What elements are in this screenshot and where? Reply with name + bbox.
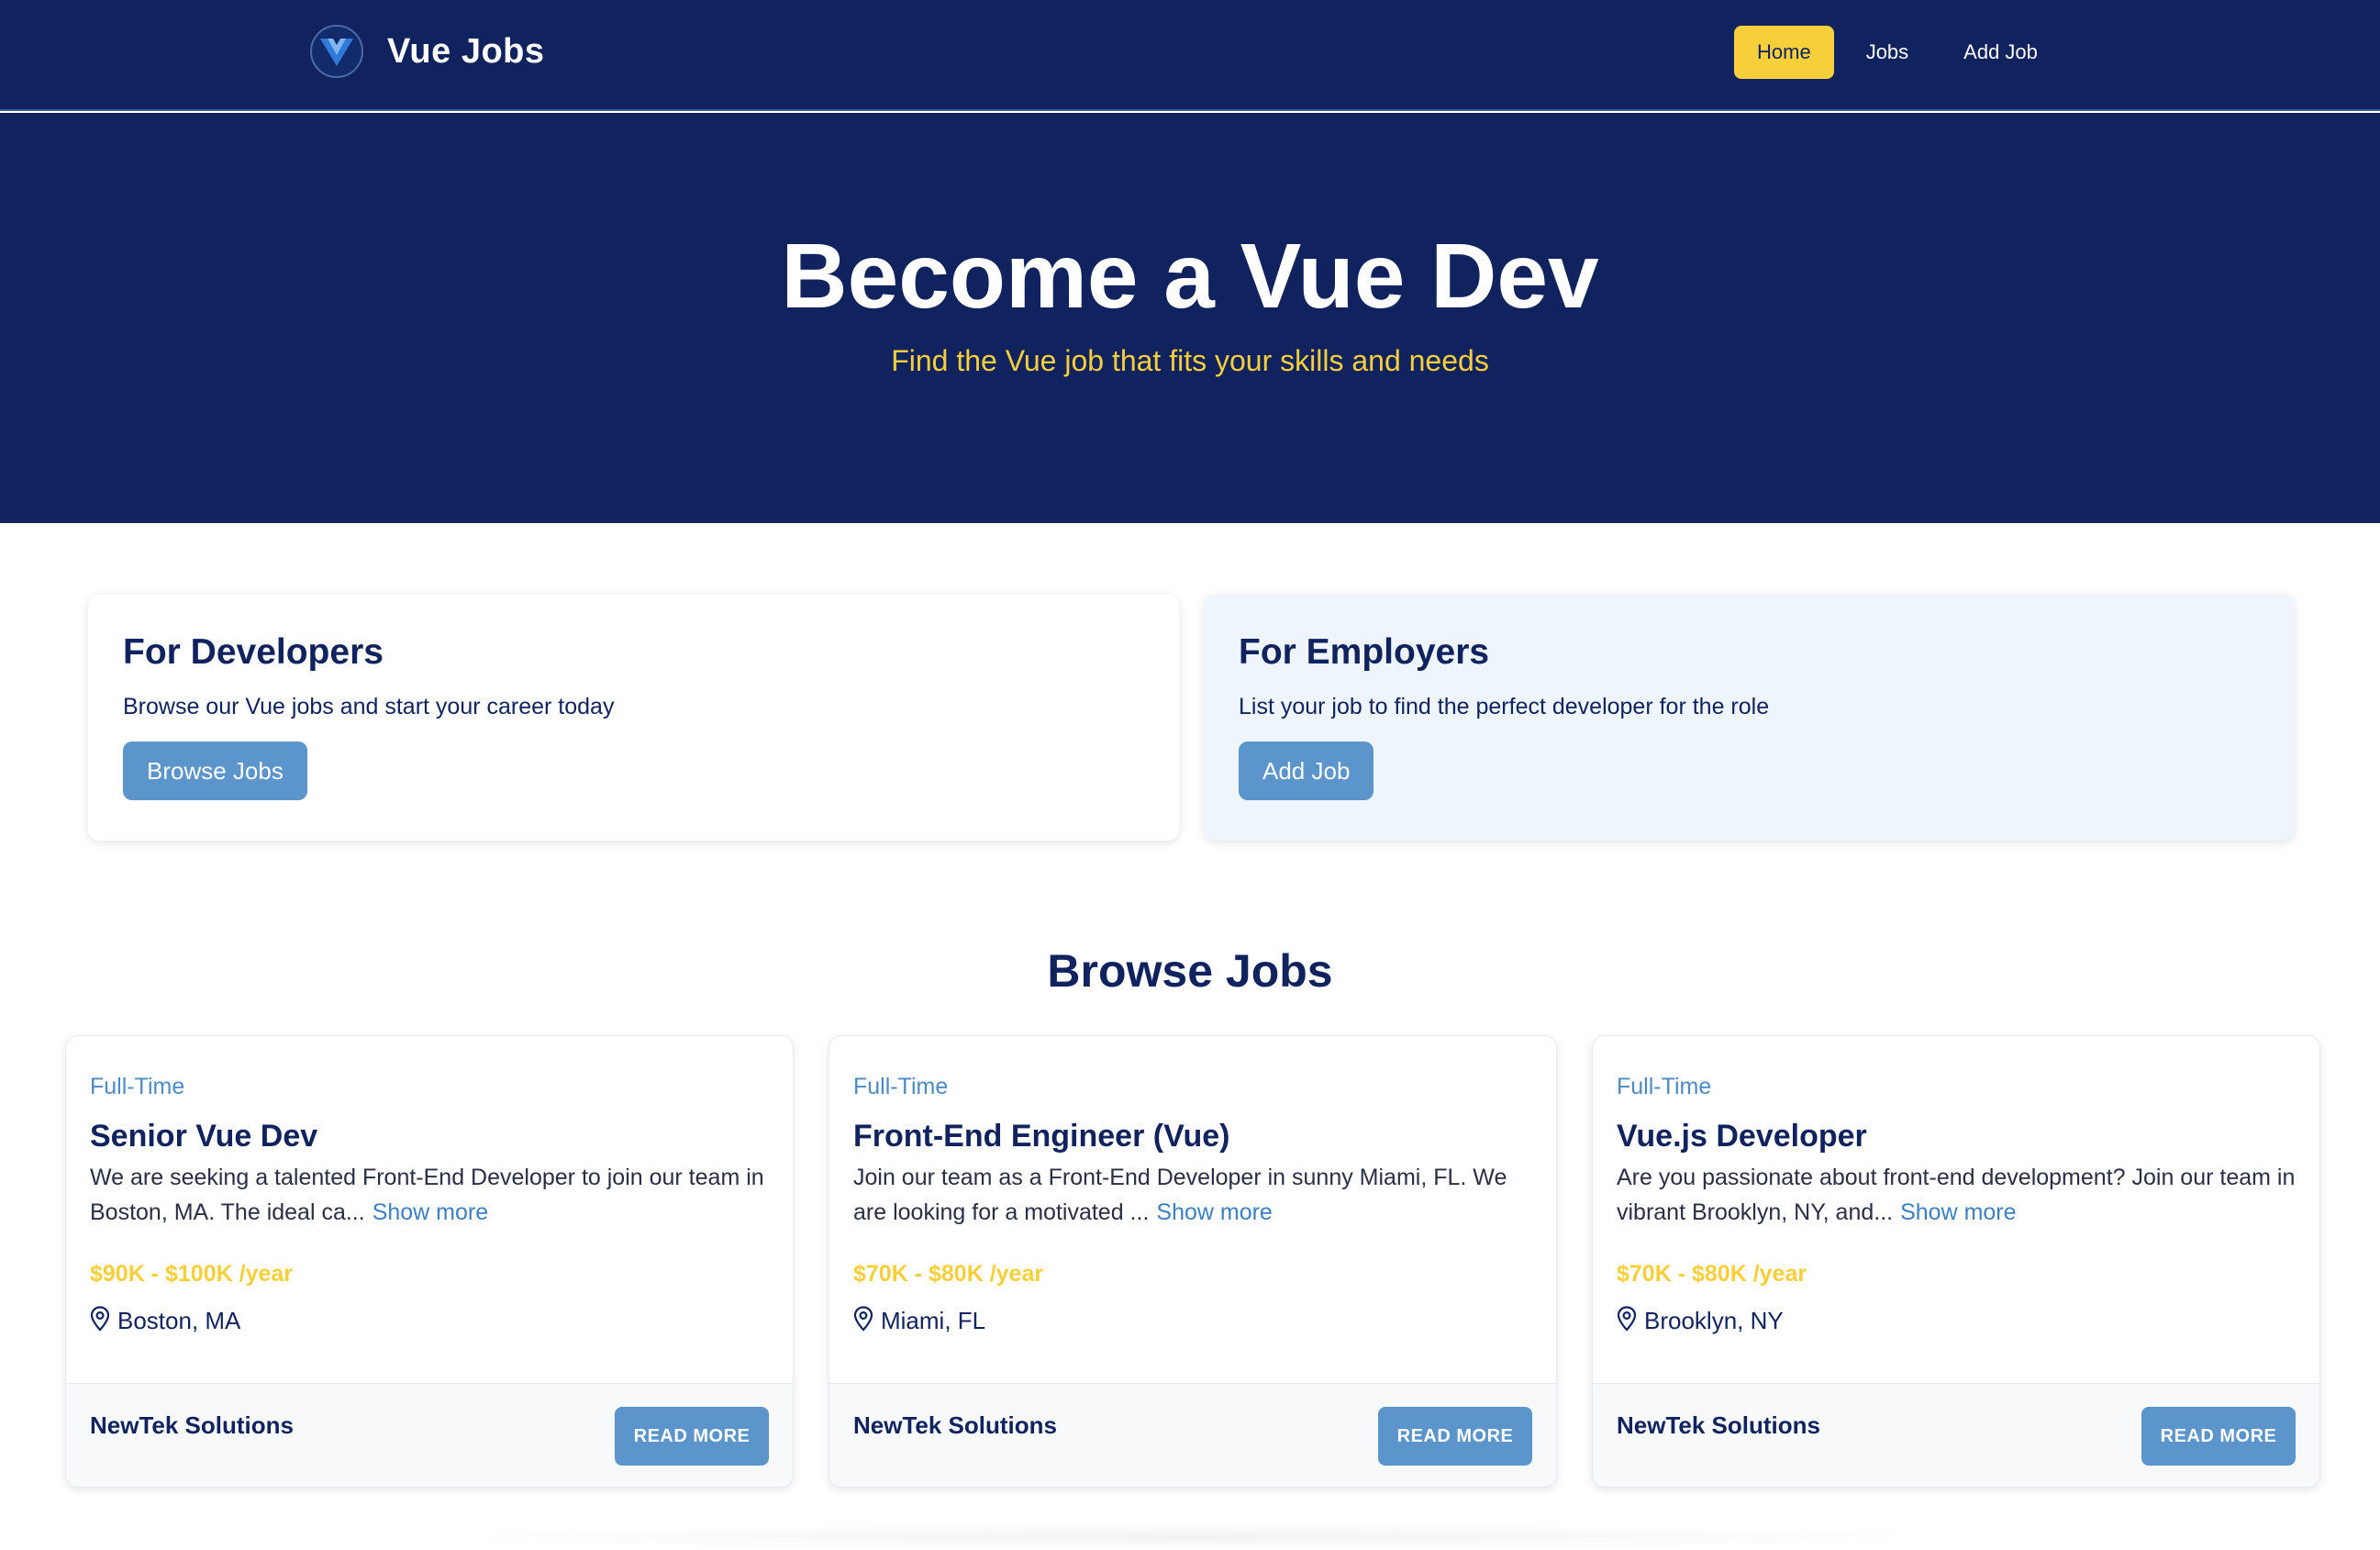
developers-card-text: Browse our Vue jobs and start your caree… <box>123 694 615 719</box>
job-description: We are seeking a talented Front-End Deve… <box>90 1160 778 1230</box>
hero-section: Become a Vue Dev Find the Vue job that f… <box>0 113 2380 523</box>
show-more-link[interactable]: Show more <box>1156 1199 1272 1225</box>
read-more-button[interactable]: READ MORE <box>615 1407 769 1466</box>
job-card-body: Full-Time Senior Vue Dev We are seeking … <box>66 1036 793 1383</box>
job-salary: $90K - $100K /year <box>90 1261 293 1287</box>
vue-logo-icon <box>310 25 363 78</box>
show-more-link[interactable]: Show more <box>373 1199 488 1225</box>
job-location-text: Miami, FL <box>881 1307 986 1334</box>
nav-add-job-link[interactable]: Add Job <box>1941 26 2061 79</box>
job-salary: $70K - $80K /year <box>1617 1261 1807 1287</box>
job-card-footer: NewTek Solutions READ MORE <box>829 1383 1556 1487</box>
job-card-footer: NewTek Solutions READ MORE <box>1593 1383 2319 1487</box>
job-card: Full-Time Front-End Engineer (Vue) Join … <box>829 1035 1557 1488</box>
job-type: Full-Time <box>853 1074 949 1099</box>
job-description: Are you passionate about front-end devel… <box>1617 1160 2305 1230</box>
browse-jobs-button[interactable]: Browse Jobs <box>123 742 307 800</box>
job-type: Full-Time <box>90 1074 185 1099</box>
brand-link[interactable]: Vue Jobs <box>310 25 545 78</box>
nav-links: Home Jobs Add Job <box>1734 26 2070 79</box>
job-company: NewTek Solutions <box>90 1411 294 1439</box>
navbar: Vue Jobs Home Jobs Add Job <box>0 0 2380 111</box>
job-location: Miami, FL <box>853 1306 985 1336</box>
hero-title: Become a Vue Dev <box>781 225 1599 328</box>
map-pin-icon <box>853 1306 873 1336</box>
job-title: Front-End Engineer (Vue) <box>853 1119 1230 1154</box>
job-card-body: Full-Time Front-End Engineer (Vue) Join … <box>829 1036 1556 1383</box>
read-more-button[interactable]: READ MORE <box>2141 1407 2296 1466</box>
map-pin-icon <box>90 1306 110 1336</box>
job-location: Brooklyn, NY <box>1617 1306 1784 1336</box>
read-more-button[interactable]: READ MORE <box>1378 1407 1532 1466</box>
bottom-shadow <box>422 1523 1963 1550</box>
job-card-footer: NewTek Solutions READ MORE <box>66 1383 793 1487</box>
hero-subtitle: Find the Vue job that fits your skills a… <box>891 344 1489 377</box>
browse-jobs-heading: Browse Jobs <box>1047 945 1333 997</box>
job-salary: $70K - $80K /year <box>853 1261 1044 1287</box>
job-card: Full-Time Vue.js Developer Are you passi… <box>1592 1035 2320 1488</box>
employers-card-title: For Employers <box>1239 632 1490 672</box>
show-more-link[interactable]: Show more <box>1900 1199 2016 1225</box>
job-company: NewTek Solutions <box>1617 1411 1820 1439</box>
job-description: Join our team as a Front-End Developer i… <box>853 1160 1541 1230</box>
job-location-text: Brooklyn, NY <box>1644 1307 1784 1334</box>
brand-name: Vue Jobs <box>387 31 545 71</box>
job-title: Vue.js Developer <box>1617 1119 1867 1154</box>
job-card-body: Full-Time Vue.js Developer Are you passi… <box>1593 1036 2319 1383</box>
nav-home-link[interactable]: Home <box>1734 26 1834 79</box>
developers-card-title: For Developers <box>123 632 384 672</box>
map-pin-icon <box>1617 1306 1637 1336</box>
job-location-text: Boston, MA <box>117 1307 241 1334</box>
developers-card: For Developers Browse our Vue jobs and s… <box>88 595 1179 841</box>
nav-jobs-link[interactable]: Jobs <box>1843 26 1931 79</box>
employers-card-text: List your job to find the perfect develo… <box>1239 694 1770 719</box>
job-company: NewTek Solutions <box>853 1411 1057 1439</box>
job-location: Boston, MA <box>90 1306 240 1336</box>
job-title: Senior Vue Dev <box>90 1119 318 1154</box>
add-job-button[interactable]: Add Job <box>1239 742 1374 800</box>
job-card: Full-Time Senior Vue Dev We are seeking … <box>65 1035 794 1488</box>
job-type: Full-Time <box>1617 1074 1712 1099</box>
employers-card: For Employers List your job to find the … <box>1204 595 2295 841</box>
